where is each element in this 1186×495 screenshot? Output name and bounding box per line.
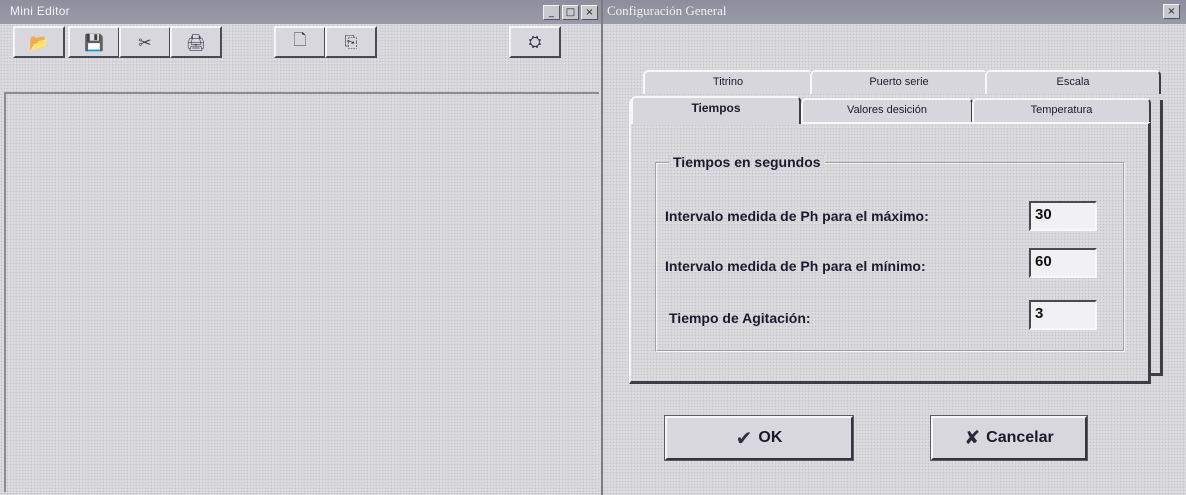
group-title: Tiempos en segundos (669, 154, 825, 170)
cancel-label: Cancelar (986, 429, 1054, 446)
print-icon: 🖨 (185, 32, 207, 52)
new-button[interactable]: 🗋 (274, 26, 326, 58)
dialog-close-button[interactable]: × (1163, 4, 1180, 19)
tab-titrino[interactable]: Titrino (643, 70, 813, 94)
save-button[interactable]: 💾 (68, 26, 120, 58)
checkmark-icon: ✔ (735, 426, 753, 450)
new-icon: 🗋 (293, 29, 307, 49)
min-interval-field[interactable]: 60 (1029, 248, 1097, 278)
max-interval-label: Intervalo medida de Ph para el máximo: (665, 208, 929, 224)
cancel-button[interactable]: ✘ Cancelar (930, 415, 1088, 461)
open-button[interactable]: 📂 (13, 26, 65, 58)
copy-icon: ⎘ (344, 32, 358, 51)
tab-puerto-serie[interactable]: Puerto serie (810, 70, 988, 94)
help-button[interactable]: ⛭ (509, 26, 561, 58)
save-icon: 💾 (84, 32, 104, 52)
ok-button[interactable]: ✔ OK (664, 415, 854, 461)
configuration-dialog: Configuración General × Titrino Puerto s… (603, 0, 1186, 495)
print-button[interactable]: 🖨 (170, 26, 222, 58)
agitation-time-field[interactable]: 3 (1029, 300, 1097, 330)
editor-titlebar[interactable]: Mini Editor _ □ × (0, 0, 601, 24)
dialog-titlebar[interactable]: Configuración General × (603, 0, 1186, 24)
minimize-button[interactable]: _ (543, 5, 560, 20)
help-icon: ⛭ (528, 32, 542, 51)
tiempos-panel: Tiempos en segundos Intervalo medida de … (629, 122, 1151, 384)
cut-button[interactable]: ✂ (119, 26, 171, 58)
ok-label: OK (758, 429, 783, 446)
editor-text-area[interactable] (4, 92, 599, 492)
tab-temperatura[interactable]: Temperatura (972, 98, 1151, 122)
open-icon: 📂 (29, 32, 49, 52)
tab-escala[interactable]: Escala (985, 70, 1161, 94)
close-button[interactable]: × (581, 5, 598, 20)
copy-button[interactable]: ⎘ (325, 26, 377, 58)
tab-valores-desicion[interactable]: Valores desición (801, 98, 973, 122)
tab-tiempos[interactable]: Tiempos (631, 96, 801, 124)
min-interval-label: Intervalo medida de Ph para el mínimo: (665, 258, 926, 274)
x-mark-icon: ✘ (964, 427, 981, 449)
maximize-button[interactable]: □ (562, 5, 579, 20)
dialog-title: Configuración General (607, 3, 727, 18)
agitation-time-label: Tiempo de Agitación: (669, 310, 811, 326)
cut-icon: ✂ (138, 32, 152, 52)
max-interval-field[interactable]: 30 (1029, 201, 1097, 231)
editor-toolbar: 📂 💾 ✂ 🖨 🗋 ⎘ ⛭ (0, 24, 601, 92)
editor-title: Mini Editor (10, 4, 70, 18)
mini-editor-window: Mini Editor _ □ × 📂 💾 ✂ 🖨 🗋 ⎘ ⛭ (0, 0, 603, 495)
